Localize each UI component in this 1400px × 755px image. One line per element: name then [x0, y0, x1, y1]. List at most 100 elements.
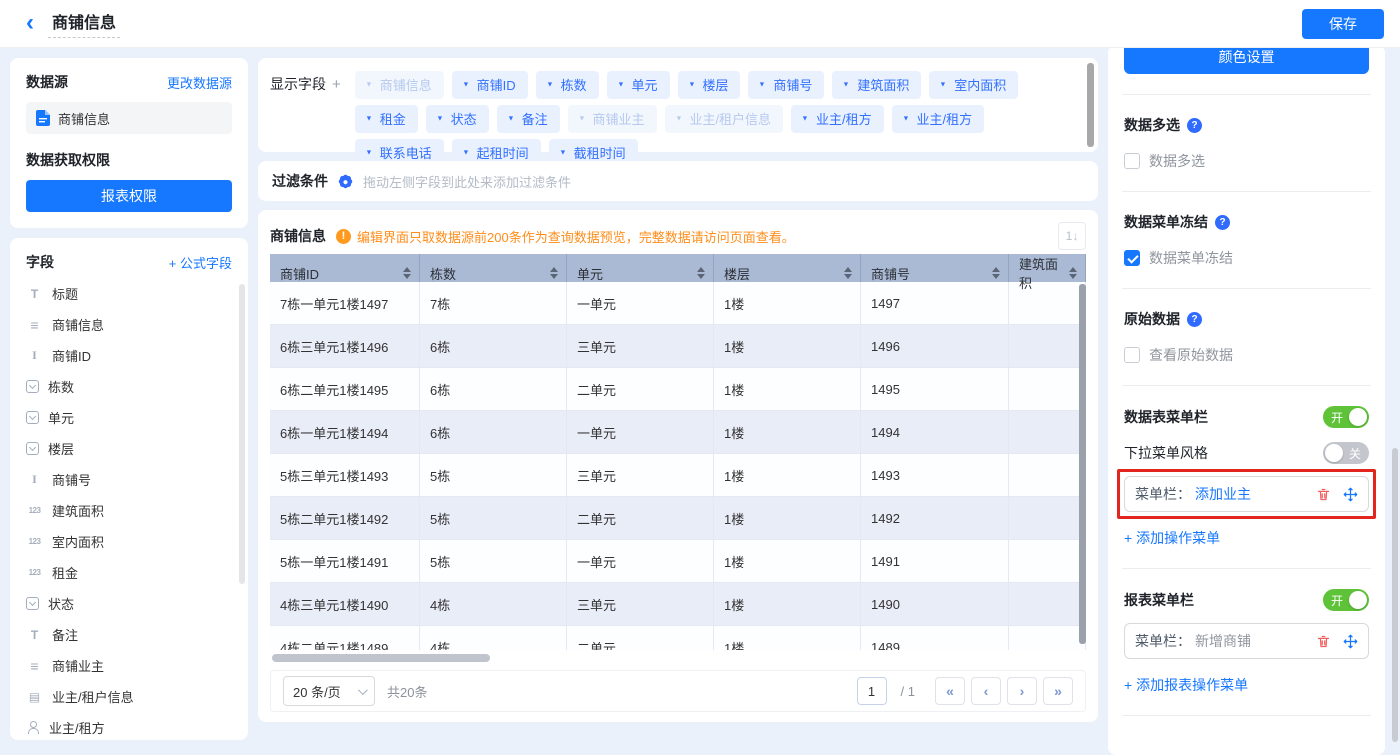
filter-panel[interactable]: 过滤条件 拖动左侧字段到此处来添加过滤条件	[258, 161, 1098, 201]
field-item[interactable]: 备注	[26, 619, 232, 650]
add-report-action-menu-link[interactable]: + 添加报表操作菜单	[1124, 675, 1248, 695]
sort-arrows-icon[interactable]	[550, 267, 558, 279]
sort-tool-icon[interactable]: 1↓	[1058, 222, 1086, 250]
sort-arrows-icon[interactable]	[697, 267, 705, 279]
add-action-menu-link[interactable]: + 添加操作菜单	[1124, 528, 1220, 548]
field-item[interactable]: 状态	[26, 588, 232, 619]
trash-icon[interactable]	[1316, 634, 1331, 649]
table-row[interactable]: 6栋三单元1楼14966栋三单元1楼1496	[270, 325, 1086, 368]
field-item[interactable]: 室内面积	[26, 526, 232, 557]
move-icon[interactable]	[1343, 487, 1358, 502]
field-item[interactable]: 建筑面积	[26, 495, 232, 526]
page-title[interactable]: 商铺信息	[48, 9, 120, 38]
report-menu-item-row[interactable]: 菜单栏： 新增商铺	[1124, 623, 1369, 659]
fields-scrollbar[interactable]	[239, 284, 245, 584]
display-field-tag[interactable]: ▼室内面积	[929, 71, 1018, 99]
field-item[interactable]: 商铺信息	[26, 309, 232, 340]
table-menu-item-row[interactable]: 菜单栏： 添加业主	[1124, 476, 1369, 512]
table-cell: 1楼	[714, 411, 861, 454]
table-cell: 1491	[861, 540, 1009, 583]
toggle-on-label: 开	[1331, 592, 1343, 609]
field-item-label: 状态	[48, 594, 74, 613]
display-fields-scrollbar[interactable]	[1087, 63, 1094, 147]
table-row[interactable]: 6栋一单元1楼14946栋一单元1楼1494	[270, 411, 1086, 454]
multi-select-checkbox[interactable]	[1124, 153, 1140, 169]
table-row[interactable]: 5栋三单元1楼14935栋三单元1楼1493	[270, 454, 1086, 497]
move-icon[interactable]	[1343, 634, 1358, 649]
display-field-tag-label: 业主/租户信息	[689, 109, 771, 128]
display-field-tag[interactable]: ▼备注	[497, 105, 560, 133]
save-button[interactable]: 保存	[1302, 9, 1384, 39]
next-page-icon[interactable]: ›	[1007, 677, 1037, 705]
help-icon[interactable]: ?	[1215, 215, 1230, 230]
field-item-label: 备注	[52, 625, 78, 644]
table-menu-toggle[interactable]: 开	[1323, 406, 1369, 428]
add-formula-field-link[interactable]: + 公式字段	[169, 253, 232, 272]
gear-icon[interactable]	[338, 173, 354, 189]
report-permission-button[interactable]: 报表权限	[26, 180, 232, 212]
table-horizontal-scrollbar[interactable]	[270, 654, 1086, 662]
menu-freeze-checkbox[interactable]	[1124, 250, 1140, 266]
display-field-tag[interactable]: ▼商铺号	[748, 71, 824, 99]
help-icon[interactable]: ?	[1187, 312, 1202, 327]
sort-arrows-icon[interactable]	[844, 267, 852, 279]
change-datasource-link[interactable]: 更改数据源	[167, 73, 232, 92]
report-menu-toggle[interactable]: 开	[1323, 589, 1369, 611]
table-row[interactable]: 5栋二单元1楼14925栋二单元1楼1492	[270, 497, 1086, 540]
field-item[interactable]: 业主/租户信息	[26, 681, 232, 712]
field-item[interactable]: 商铺业主	[26, 650, 232, 681]
page-size-select[interactable]: 20 条/页	[283, 676, 375, 706]
display-field-tag[interactable]: ▼业主/租户信息	[665, 105, 784, 133]
field-item[interactable]: 栋数	[26, 371, 232, 402]
menu-freeze-checkbox-row[interactable]: 数据菜单冻结	[1124, 248, 1369, 268]
add-display-field-icon[interactable]: +	[332, 76, 341, 93]
display-field-tag[interactable]: ▼建筑面积	[832, 71, 921, 99]
trash-icon[interactable]	[1316, 487, 1331, 502]
display-field-tag[interactable]: ▼栋数	[536, 71, 599, 99]
field-item[interactable]: 商铺ID	[26, 340, 232, 371]
help-icon[interactable]: ?	[1187, 118, 1202, 133]
table-vertical-scrollbar[interactable]	[1079, 284, 1086, 644]
field-item[interactable]: 租金	[26, 557, 232, 588]
dropdown-style-toggle[interactable]: 关	[1323, 442, 1369, 464]
sort-arrows-icon[interactable]	[1069, 267, 1077, 279]
display-field-tag[interactable]: ▼商铺业主	[568, 105, 657, 133]
page-number-input[interactable]: 1	[857, 677, 887, 705]
field-item[interactable]: 商铺号	[26, 464, 232, 495]
field-item[interactable]: 单元	[26, 402, 232, 433]
table-row[interactable]: 6栋二单元1楼14956栋二单元1楼1495	[270, 368, 1086, 411]
raw-data-checkbox[interactable]	[1124, 347, 1140, 363]
datasource-heading: 数据源	[26, 72, 68, 92]
table-cell: 6栋	[420, 411, 567, 454]
menu-item-value[interactable]: 新增商铺	[1195, 631, 1251, 651]
table-row[interactable]: 5栋一单元1楼14915栋一单元1楼1491	[270, 540, 1086, 583]
field-item[interactable]: 标题	[26, 278, 232, 309]
datasource-item[interactable]: 商铺信息	[26, 102, 232, 134]
multi-select-checkbox-row[interactable]: 数据多选	[1124, 151, 1369, 171]
toggle-knob	[1325, 444, 1343, 462]
first-page-icon[interactable]: «	[935, 677, 965, 705]
sort-arrows-icon[interactable]	[992, 267, 1000, 279]
display-field-tag[interactable]: ▼状态	[426, 105, 489, 133]
menu-item-value[interactable]: 添加业主	[1195, 484, 1251, 504]
back-icon[interactable]: ‹	[26, 11, 34, 35]
table-cell: 6栋	[420, 368, 567, 411]
field-item[interactable]: 业主/租方	[26, 712, 232, 740]
sort-arrows-icon[interactable]	[403, 267, 411, 279]
table-row[interactable]: 4栋三单元1楼14904栋三单元1楼1490	[270, 583, 1086, 626]
display-field-tag[interactable]: ▼商铺信息	[355, 71, 444, 99]
display-field-tag[interactable]: ▼商铺ID	[452, 71, 528, 99]
display-field-tag[interactable]: ▼楼层	[678, 71, 741, 99]
table-row[interactable]: 7栋一单元1楼14977栋一单元1楼1497	[270, 282, 1086, 325]
settings-scrollbar[interactable]	[1392, 448, 1398, 742]
display-field-tag[interactable]: ▼业主/租方	[791, 105, 884, 133]
last-page-icon[interactable]: »	[1043, 677, 1073, 705]
table-row[interactable]: 4栋二单元1楼14894栋二单元1楼1489	[270, 626, 1086, 650]
display-field-tag[interactable]: ▼租金	[355, 105, 418, 133]
raw-data-checkbox-row[interactable]: 查看原始数据	[1124, 345, 1369, 365]
prev-page-icon[interactable]: ‹	[971, 677, 1001, 705]
display-field-tag[interactable]: ▼业主/租方	[892, 105, 985, 133]
field-item[interactable]: 楼层	[26, 433, 232, 464]
color-settings-button[interactable]: 颜色设置	[1124, 45, 1369, 74]
display-field-tag[interactable]: ▼单元	[607, 71, 670, 99]
